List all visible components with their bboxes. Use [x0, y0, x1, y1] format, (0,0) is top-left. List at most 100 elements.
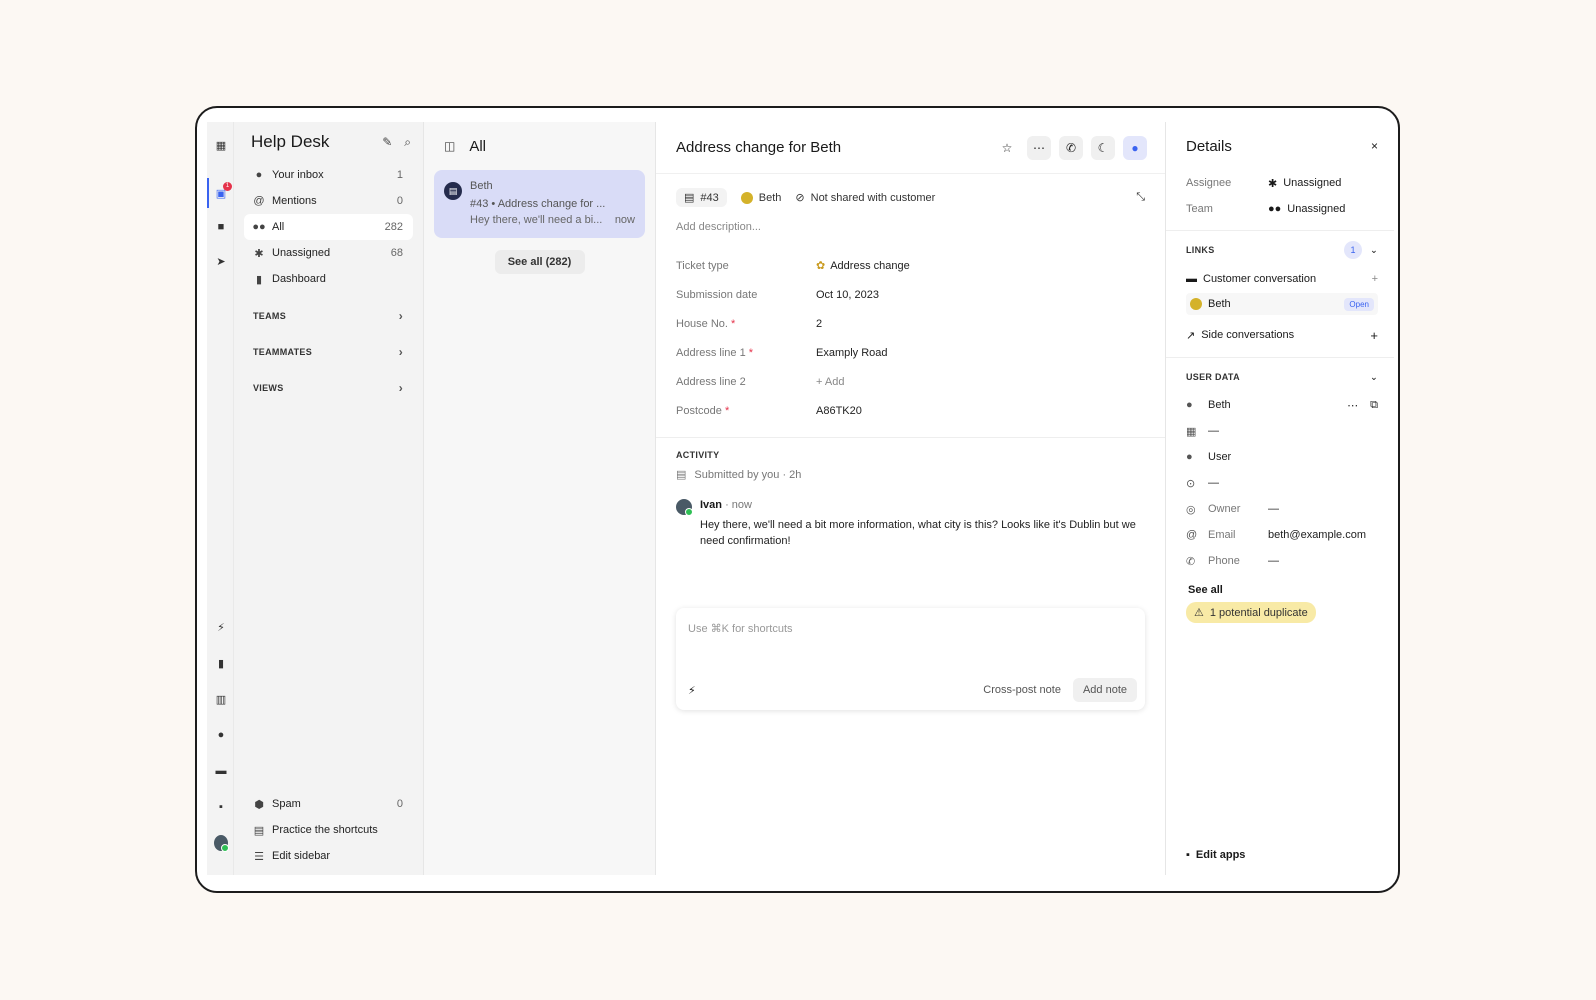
outbound-icon[interactable]: ➤ [214, 254, 228, 268]
attribute-row[interactable]: Address line 1 * Examply Road [676, 338, 1145, 367]
user-avatar[interactable] [214, 835, 229, 852]
details-panel: Details × Assignee ✱ Unassigned Team ●● Unass… [1166, 122, 1394, 875]
ticket-attributes: Ticket type ✿ Address change Submission da… [656, 233, 1165, 425]
list-icon: ☰ [254, 850, 264, 863]
star-icon[interactable]: ☆ [995, 136, 1019, 160]
sidebar-item-edit-sidebar[interactable]: ☰ Edit sidebar [244, 843, 413, 869]
user-row-email[interactable]: @ Email beth@example.com [1166, 522, 1394, 548]
plus-icon[interactable]: + [1372, 273, 1378, 285]
add-note-button[interactable]: Add note [1072, 678, 1137, 702]
assignee-row[interactable]: Assignee ✱ Unassigned [1166, 170, 1394, 196]
links-count: 1 [1344, 241, 1363, 259]
open-external-icon[interactable]: ⧉ [1370, 399, 1378, 412]
linked-conversation[interactable]: Beth Open [1186, 293, 1378, 315]
attribute-row[interactable]: House No. * 2 [676, 309, 1145, 338]
user-icon: ● [1186, 451, 1193, 463]
owner-icon: ◎ [1186, 503, 1196, 516]
messages-icon[interactable]: ▬ [214, 764, 228, 778]
links-section-header[interactable]: LINKS 1 ⌄ [1166, 235, 1394, 265]
cross-post-button[interactable]: Cross-post note [977, 678, 1067, 702]
customer-conversation-row[interactable]: ▬ Customer conversation + [1166, 265, 1394, 293]
bolt-icon[interactable]: ⚡ [214, 620, 228, 634]
side-conversations-row[interactable]: ↗ Side conversations + [1166, 321, 1394, 349]
section-views[interactable]: VIEWS › [244, 370, 413, 406]
phone-icon[interactable]: ✆ [1059, 135, 1083, 160]
section-teams[interactable]: TEAMS › [244, 298, 413, 334]
more-icon[interactable]: ⋯ [1027, 135, 1051, 160]
user-row-type[interactable]: ● User [1166, 444, 1394, 470]
more-icon[interactable]: ⋯ [1347, 399, 1358, 412]
reports-icon[interactable]: ▥ [214, 692, 228, 706]
user-row-phone[interactable]: ✆ Phone — [1166, 548, 1394, 574]
attribute-row[interactable]: Address line 2 + Add [676, 367, 1145, 396]
compose-icon[interactable]: ✎ [382, 135, 392, 150]
close-icon[interactable]: × [1371, 139, 1378, 153]
card-preview: Hey there, we'll need a bi... [470, 214, 603, 226]
edit-apps-button[interactable]: ▪ Edit apps [1186, 849, 1245, 861]
ticket-view: Address change for Beth ☆ ⋯ ✆ ☾ ● ▤ #43 B… [656, 122, 1166, 875]
collapse-icon[interactable]: ⤡ [1136, 191, 1145, 204]
user-row-name[interactable]: ● Beth ⋯ ⧉ [1166, 392, 1394, 418]
logo-icon[interactable]: ▦ [214, 138, 228, 152]
arrow-up-right-icon: ↗ [1186, 329, 1196, 342]
user-data-section-header[interactable]: USER DATA ⌄ [1166, 362, 1394, 392]
attribute-row[interactable]: Postcode * A86TK20 [676, 396, 1145, 425]
bar-chart-icon: ▮ [255, 273, 263, 286]
help-desk-sidebar: Help Desk ✎ ⌕ ● Your inbox 1 @ Mentions 0 ●● A… [234, 122, 424, 875]
card-name: Beth [470, 180, 493, 192]
sidebar-item-spam[interactable]: ⬢ Spam 0 [244, 791, 413, 817]
attribute-row[interactable]: Submission date Oct 10, 2023 [676, 280, 1145, 309]
sidebar-item-all[interactable]: ●● All 282 [244, 214, 413, 240]
sidebar-item-dashboard[interactable]: ▮ Dashboard [244, 266, 413, 292]
tickets-icon[interactable]: ■ [214, 220, 228, 234]
customer-avatar [740, 191, 753, 204]
composer-input[interactable]: Use ⌘K for shortcuts [688, 622, 1133, 635]
sidebar-item-your-inbox[interactable]: ● Your inbox 1 [244, 162, 413, 188]
search-icon[interactable]: ⌕ [404, 135, 411, 150]
activity-section: ACTIVITY ▤ Submitted by you · 2h Ivan · n… [656, 438, 1165, 549]
card-subject: #43 • Address change for ... [470, 198, 606, 210]
at-icon: @ [1186, 529, 1198, 541]
chevron-right-icon: › [398, 309, 403, 323]
keyboard-icon: ▤ [253, 824, 265, 837]
person-icon: ● [1186, 399, 1193, 411]
user-row-location[interactable]: ⊙ — [1166, 470, 1394, 496]
sidebar-item-unassigned[interactable]: ✱ Unassigned 68 [244, 240, 413, 266]
plus-icon[interactable]: + [1370, 328, 1378, 343]
section-teammates[interactable]: TEAMMATES › [244, 334, 413, 370]
visibility-label: ⊘ Not shared with customer [795, 191, 936, 205]
conversation-list: ◫ All ▤ Beth #43 • Address change for ..… [424, 122, 656, 875]
snooze-icon[interactable]: ☾ [1091, 135, 1115, 160]
list-item[interactable]: ▤ Beth #43 • Address change for ... Hey … [434, 170, 645, 238]
icon-rail: ▦ ▣ 1 ■ ➤ ⚡ ▮ ▥ ● ▬ ▪ [207, 122, 234, 875]
building-icon: ▦ [1186, 425, 1197, 438]
inbox-icon[interactable]: ▣ 1 [214, 182, 232, 200]
warning-icon: ⚠ [1194, 607, 1204, 619]
list-title: All [469, 137, 487, 155]
see-all-link[interactable]: See all [1166, 574, 1394, 596]
attribute-row[interactable]: Ticket type ✿ Address change [676, 251, 1145, 280]
user-row-owner[interactable]: ◎ Owner — [1166, 496, 1394, 522]
people-icon: ●● [1268, 203, 1282, 215]
person-icon: ● [255, 169, 263, 181]
details-title: Details [1186, 137, 1232, 155]
apps-grid-icon[interactable]: ▪ [214, 800, 228, 814]
note-composer[interactable]: Use ⌘K for shortcuts ⚡ Cross-post note A… [676, 608, 1145, 710]
user-row-company[interactable]: ▦ — [1166, 418, 1394, 444]
team-row[interactable]: Team ●● Unassigned [1166, 196, 1394, 222]
status-icon[interactable]: ● [1123, 135, 1147, 160]
bolt-icon[interactable]: ⚡ [688, 684, 696, 697]
inbox-badge: 1 [223, 182, 232, 191]
sidebar-item-mentions[interactable]: @ Mentions 0 [244, 188, 413, 214]
panel-toggle-icon[interactable]: ◫ [444, 139, 455, 153]
knowledge-book-icon[interactable]: ▮ [214, 656, 228, 670]
sidebar-item-practice-shortcuts[interactable]: ▤ Practice the shortcuts [244, 817, 413, 843]
apps-grid-icon: ▪ [1186, 849, 1190, 861]
contacts-icon[interactable]: ● [214, 728, 228, 742]
description-field[interactable]: Add description... [656, 207, 1165, 233]
see-all-button[interactable]: See all (282) [494, 250, 585, 274]
sidebar-title: Help Desk [251, 132, 330, 151]
customer-chip[interactable]: Beth [740, 191, 781, 204]
people-icon: ●● [252, 221, 266, 233]
duplicate-warning[interactable]: ⚠ 1 potential duplicate [1186, 602, 1316, 623]
